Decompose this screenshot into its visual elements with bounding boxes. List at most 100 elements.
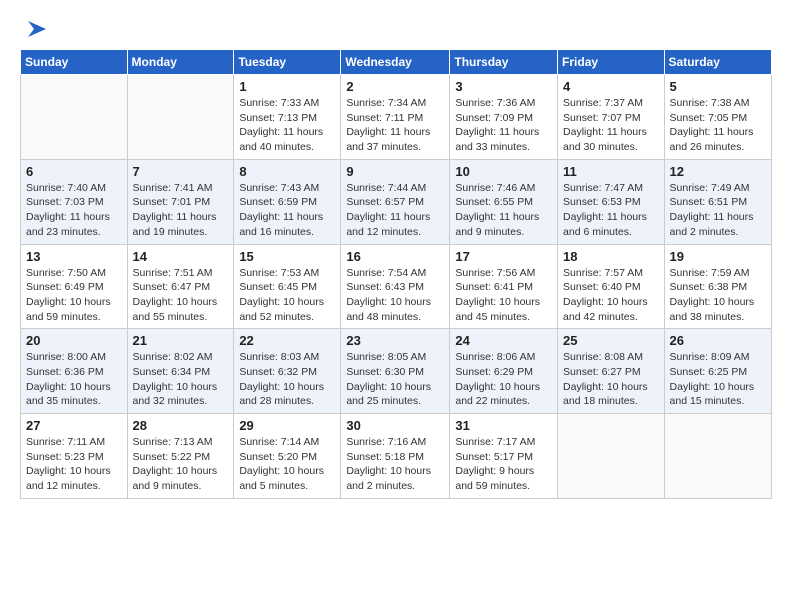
calendar-cell: 30 Sunrise: 7:16 AMSunset: 5:18 PMDayligh… [341, 414, 450, 499]
calendar-cell: 31 Sunrise: 7:17 AMSunset: 5:17 PMDayligh… [450, 414, 558, 499]
day-info: Sunrise: 7:13 AMSunset: 5:22 PMDaylight:… [133, 435, 229, 494]
calendar-cell: 16 Sunrise: 7:54 AMSunset: 6:43 PMDayligh… [341, 244, 450, 329]
weekday-header-saturday: Saturday [664, 50, 771, 75]
day-info: Sunrise: 7:14 AMSunset: 5:20 PMDaylight:… [239, 435, 335, 494]
day-info: Sunrise: 7:51 AMSunset: 6:47 PMDaylight:… [133, 266, 229, 325]
day-number: 13 [26, 249, 122, 264]
day-number: 26 [670, 333, 766, 348]
day-number: 25 [563, 333, 659, 348]
calendar-cell: 12 Sunrise: 7:49 AMSunset: 6:51 PMDayligh… [664, 159, 771, 244]
day-info: Sunrise: 7:33 AMSunset: 7:13 PMDaylight:… [239, 96, 335, 155]
week-row-4: 20Sunrise: 8:00 AMSunset: 6:36 PMDayligh… [21, 329, 772, 414]
calendar-table: SundayMondayTuesdayWednesdayThursdayFrid… [20, 49, 772, 499]
day-info: Sunrise: 7:53 AMSunset: 6:45 PMDaylight:… [239, 266, 335, 325]
day-info: Sunrise: 8:02 AMSunset: 6:34 PMDaylight:… [133, 350, 229, 409]
day-number: 8 [239, 164, 335, 179]
calendar-cell: 13Sunrise: 7:50 AMSunset: 6:49 PMDayligh… [21, 244, 128, 329]
day-info: Sunrise: 7:17 AMSunset: 5:17 PMDaylight:… [455, 435, 552, 494]
calendar-cell: 22 Sunrise: 8:03 AMSunset: 6:32 PMDayligh… [234, 329, 341, 414]
day-info: Sunrise: 7:40 AMSunset: 7:03 PMDaylight:… [26, 181, 122, 240]
day-number: 9 [346, 164, 444, 179]
day-number: 3 [455, 79, 552, 94]
calendar-cell [664, 414, 771, 499]
day-info: Sunrise: 8:03 AMSunset: 6:32 PMDaylight:… [239, 350, 335, 409]
day-number: 30 [346, 418, 444, 433]
calendar-cell: 15 Sunrise: 7:53 AMSunset: 6:45 PMDayligh… [234, 244, 341, 329]
day-number: 20 [26, 333, 122, 348]
day-info: Sunrise: 8:09 AMSunset: 6:25 PMDaylight:… [670, 350, 766, 409]
day-number: 23 [346, 333, 444, 348]
day-info: Sunrise: 8:08 AMSunset: 6:27 PMDaylight:… [563, 350, 659, 409]
week-row-2: 6 Sunrise: 7:40 AMSunset: 7:03 PMDaylight… [21, 159, 772, 244]
calendar-cell: 28 Sunrise: 7:13 AMSunset: 5:22 PMDayligh… [127, 414, 234, 499]
calendar-cell: 6 Sunrise: 7:40 AMSunset: 7:03 PMDaylight… [21, 159, 128, 244]
calendar-cell: 8Sunrise: 7:43 AMSunset: 6:59 PMDaylight… [234, 159, 341, 244]
day-info: Sunrise: 7:46 AMSunset: 6:55 PMDaylight:… [455, 181, 552, 240]
calendar-cell [558, 414, 665, 499]
calendar-cell: 7 Sunrise: 7:41 AMSunset: 7:01 PMDaylight… [127, 159, 234, 244]
weekday-header-sunday: Sunday [21, 50, 128, 75]
day-number: 5 [670, 79, 766, 94]
logo-arrow-icon [24, 15, 52, 43]
day-number: 10 [455, 164, 552, 179]
day-number: 15 [239, 249, 335, 264]
day-info: Sunrise: 7:41 AMSunset: 7:01 PMDaylight:… [133, 181, 229, 240]
calendar-cell: 25 Sunrise: 8:08 AMSunset: 6:27 PMDayligh… [558, 329, 665, 414]
day-info: Sunrise: 7:44 AMSunset: 6:57 PMDaylight:… [346, 181, 444, 240]
calendar-cell: 4Sunrise: 7:37 AMSunset: 7:07 PMDaylight… [558, 75, 665, 160]
weekday-header-thursday: Thursday [450, 50, 558, 75]
day-number: 29 [239, 418, 335, 433]
calendar-cell [21, 75, 128, 160]
weekday-header-row: SundayMondayTuesdayWednesdayThursdayFrid… [21, 50, 772, 75]
calendar-cell: 10 Sunrise: 7:46 AMSunset: 6:55 PMDayligh… [450, 159, 558, 244]
calendar-cell: 29 Sunrise: 7:14 AMSunset: 5:20 PMDayligh… [234, 414, 341, 499]
week-row-3: 13Sunrise: 7:50 AMSunset: 6:49 PMDayligh… [21, 244, 772, 329]
day-number: 16 [346, 249, 444, 264]
weekday-header-friday: Friday [558, 50, 665, 75]
calendar-cell: 3 Sunrise: 7:36 AMSunset: 7:09 PMDaylight… [450, 75, 558, 160]
calendar-cell [127, 75, 234, 160]
day-number: 22 [239, 333, 335, 348]
day-number: 11 [563, 164, 659, 179]
day-number: 1 [239, 79, 335, 94]
calendar-cell: 9 Sunrise: 7:44 AMSunset: 6:57 PMDaylight… [341, 159, 450, 244]
day-info: Sunrise: 8:06 AMSunset: 6:29 PMDaylight:… [455, 350, 552, 409]
week-row-1: 1 Sunrise: 7:33 AMSunset: 7:13 PMDaylight… [21, 75, 772, 160]
calendar-cell: 1 Sunrise: 7:33 AMSunset: 7:13 PMDaylight… [234, 75, 341, 160]
calendar-cell: 17Sunrise: 7:56 AMSunset: 6:41 PMDayligh… [450, 244, 558, 329]
calendar-cell: 14 Sunrise: 7:51 AMSunset: 6:47 PMDayligh… [127, 244, 234, 329]
calendar-cell: 20Sunrise: 8:00 AMSunset: 6:36 PMDayligh… [21, 329, 128, 414]
day-info: Sunrise: 7:36 AMSunset: 7:09 PMDaylight:… [455, 96, 552, 155]
calendar-cell: 19Sunrise: 7:59 AMSunset: 6:38 PMDayligh… [664, 244, 771, 329]
day-info: Sunrise: 7:57 AMSunset: 6:40 PMDaylight:… [563, 266, 659, 325]
weekday-header-wednesday: Wednesday [341, 50, 450, 75]
day-number: 6 [26, 164, 122, 179]
day-info: Sunrise: 7:56 AMSunset: 6:41 PMDaylight:… [455, 266, 552, 325]
day-info: Sunrise: 7:16 AMSunset: 5:18 PMDaylight:… [346, 435, 444, 494]
calendar-cell: 21Sunrise: 8:02 AMSunset: 6:34 PMDayligh… [127, 329, 234, 414]
week-row-5: 27Sunrise: 7:11 AMSunset: 5:23 PMDayligh… [21, 414, 772, 499]
day-info: Sunrise: 7:37 AMSunset: 7:07 PMDaylight:… [563, 96, 659, 155]
calendar-cell: 18 Sunrise: 7:57 AMSunset: 6:40 PMDayligh… [558, 244, 665, 329]
day-number: 28 [133, 418, 229, 433]
weekday-header-tuesday: Tuesday [234, 50, 341, 75]
day-number: 12 [670, 164, 766, 179]
header [20, 15, 772, 39]
day-info: Sunrise: 7:34 AMSunset: 7:11 PMDaylight:… [346, 96, 444, 155]
day-number: 14 [133, 249, 229, 264]
day-info: Sunrise: 8:05 AMSunset: 6:30 PMDaylight:… [346, 350, 444, 409]
calendar-cell: 2 Sunrise: 7:34 AMSunset: 7:11 PMDaylight… [341, 75, 450, 160]
day-info: Sunrise: 7:54 AMSunset: 6:43 PMDaylight:… [346, 266, 444, 325]
calendar-cell: 5Sunrise: 7:38 AMSunset: 7:05 PMDaylight… [664, 75, 771, 160]
day-number: 18 [563, 249, 659, 264]
day-number: 31 [455, 418, 552, 433]
calendar-cell: 27Sunrise: 7:11 AMSunset: 5:23 PMDayligh… [21, 414, 128, 499]
day-info: Sunrise: 7:49 AMSunset: 6:51 PMDaylight:… [670, 181, 766, 240]
day-number: 2 [346, 79, 444, 94]
day-info: Sunrise: 7:47 AMSunset: 6:53 PMDaylight:… [563, 181, 659, 240]
calendar-cell: 11 Sunrise: 7:47 AMSunset: 6:53 PMDayligh… [558, 159, 665, 244]
calendar-cell: 23 Sunrise: 8:05 AMSunset: 6:30 PMDayligh… [341, 329, 450, 414]
day-number: 7 [133, 164, 229, 179]
weekday-header-monday: Monday [127, 50, 234, 75]
calendar-cell: 26 Sunrise: 8:09 AMSunset: 6:25 PMDayligh… [664, 329, 771, 414]
